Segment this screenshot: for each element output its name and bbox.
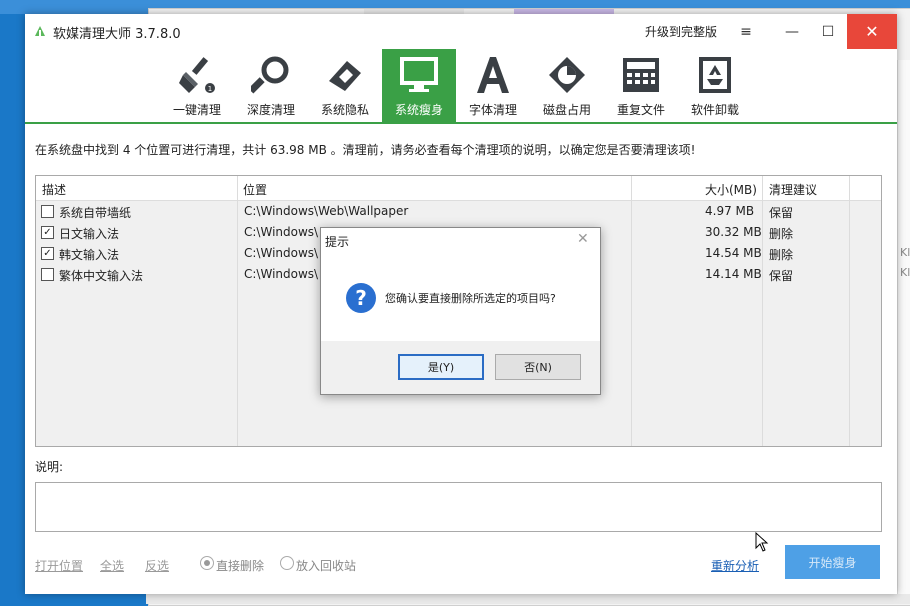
description-label: 说明: <box>35 460 64 474</box>
bottom-bar: 打开位置 全选 反选 直接删除 放入回收站 重新分析 开始瘦身 <box>25 545 897 579</box>
close-icon[interactable]: ✕ <box>577 231 589 247</box>
svg-text:1: 1 <box>208 85 212 93</box>
tab-one-click-clean[interactable]: 1 一键清理 <box>160 49 234 123</box>
main-toolbar: 1 一键清理 深度清理 系统隐私 系统瘦身 字体清理 磁盘占用 重复文件 软件卸… <box>25 49 897 123</box>
magnifier-icon <box>251 56 289 94</box>
tab-duplicate-files[interactable]: 重复文件 <box>604 49 678 123</box>
tab-software-uninstall[interactable]: 软件卸载 <box>678 49 752 123</box>
recycle-bin-label: 放入回收站 <box>296 559 357 573</box>
tab-label: 字体清理 <box>468 103 517 117</box>
background-side-text: Kl <box>900 266 910 279</box>
maximize-button[interactable]: ☐ <box>809 14 847 49</box>
dialog-footer: 是(Y) 否(N) <box>321 341 600 394</box>
row-desc: 日文输入法 <box>59 227 120 241</box>
row-location: C:\Windows\Web\Wallpaper <box>244 204 409 218</box>
row-location: C:\Windows\ <box>244 246 319 260</box>
dialog-message: 您确认要直接删除所选定的项目吗? <box>385 292 556 305</box>
header-location[interactable]: 位置 <box>243 181 267 198</box>
yes-button[interactable]: 是(Y) <box>398 354 484 380</box>
upgrade-link[interactable]: 升级到完整版 <box>645 23 717 40</box>
title-bar[interactable]: 软媒清理大师 3.7.8.0 升级到完整版 ≡ — ☐ ✕ <box>25 14 897 49</box>
row-desc: 韩文输入法 <box>59 248 120 262</box>
row-location: C:\Windows\ <box>244 267 319 281</box>
tab-system-privacy[interactable]: 系统隐私 <box>308 49 382 123</box>
toolbar-underline <box>25 122 897 124</box>
row-advice: 保留 <box>769 206 794 220</box>
background-side-text: Kl <box>900 246 910 259</box>
header-desc[interactable]: 描述 <box>42 181 66 198</box>
scan-summary: 在系统盘中找到 4 个位置可进行清理，共计 63.98 MB 。清理前，请务必查… <box>35 143 696 157</box>
tab-label: 一键清理 <box>172 103 221 117</box>
header-size[interactable]: 大小(MB) <box>705 181 757 198</box>
background-bottom-strip <box>146 594 910 604</box>
tab-label: 深度清理 <box>246 103 295 117</box>
font-icon <box>477 57 509 93</box>
row-desc: 系统自带墙纸 <box>59 206 132 220</box>
recycle-icon <box>699 57 731 93</box>
tab-label: 软件卸载 <box>690 103 739 117</box>
tab-font-clean[interactable]: 字体清理 <box>456 49 530 123</box>
row-checkbox[interactable] <box>41 205 54 218</box>
row-checkbox[interactable]: ✓ <box>41 247 54 260</box>
tab-label: 系统瘦身 <box>394 103 443 117</box>
reanalyze-link[interactable]: 重新分析 <box>711 557 759 574</box>
tab-label: 重复文件 <box>616 103 665 117</box>
menu-icon[interactable]: ≡ <box>727 14 765 49</box>
table-row[interactable]: 系统自带墙纸 C:\Windows\Web\Wallpaper 4.97 MB … <box>36 201 881 222</box>
tab-system-slim[interactable]: 系统瘦身 <box>382 49 456 123</box>
invert-selection-link[interactable]: 反选 <box>145 557 169 574</box>
tab-label: 磁盘占用 <box>542 103 591 117</box>
row-advice: 删除 <box>769 248 794 262</box>
question-icon: ? <box>346 283 376 313</box>
row-advice: 保留 <box>769 269 794 283</box>
no-button[interactable]: 否(N) <box>495 354 581 380</box>
direct-delete-radio[interactable] <box>200 556 214 570</box>
tab-disk-usage[interactable]: 磁盘占用 <box>530 49 604 123</box>
header-advice[interactable]: 清理建议 <box>769 181 817 198</box>
close-button[interactable]: ✕ <box>847 14 897 49</box>
open-location-link[interactable]: 打开位置 <box>35 557 83 574</box>
tab-deep-clean[interactable]: 深度清理 <box>234 49 308 123</box>
direct-delete-label: 直接删除 <box>216 559 265 573</box>
broom-icon: 1 <box>179 57 215 93</box>
row-size: 14.14 MB <box>705 267 762 281</box>
tab-label: 系统隐私 <box>320 103 369 117</box>
minimize-button[interactable]: — <box>773 14 811 49</box>
mouse-cursor-icon <box>755 532 769 552</box>
background-side-panel: Kl Kl <box>897 60 910 604</box>
disk-icon <box>549 57 585 93</box>
eraser-icon <box>329 61 361 91</box>
select-all-link[interactable]: 全选 <box>100 557 124 574</box>
row-checkbox[interactable] <box>41 268 54 281</box>
table-header: 描述 位置 大小(MB) 清理建议 <box>36 176 881 201</box>
recycle-bin-radio[interactable] <box>280 556 294 570</box>
description-box[interactable] <box>35 482 882 532</box>
row-location: C:\Windows\ <box>244 225 319 239</box>
row-checkbox[interactable]: ✓ <box>41 226 54 239</box>
row-advice: 删除 <box>769 227 794 241</box>
start-slim-button[interactable]: 开始瘦身 <box>785 545 880 579</box>
app-logo-icon <box>35 26 45 36</box>
app-title: 软媒清理大师 3.7.8.0 <box>53 27 181 42</box>
calculator-icon <box>623 58 659 92</box>
confirm-dialog: 提示 ✕ ? 您确认要直接删除所选定的项目吗? 是(Y) 否(N) <box>320 227 601 395</box>
dialog-title: 提示 <box>325 235 350 249</box>
row-size: 30.32 MB <box>705 225 762 239</box>
row-desc: 繁体中文输入法 <box>59 269 144 283</box>
row-size: 4.97 MB <box>705 204 755 218</box>
monitor-icon <box>400 57 438 92</box>
row-size: 14.54 MB <box>705 246 762 260</box>
